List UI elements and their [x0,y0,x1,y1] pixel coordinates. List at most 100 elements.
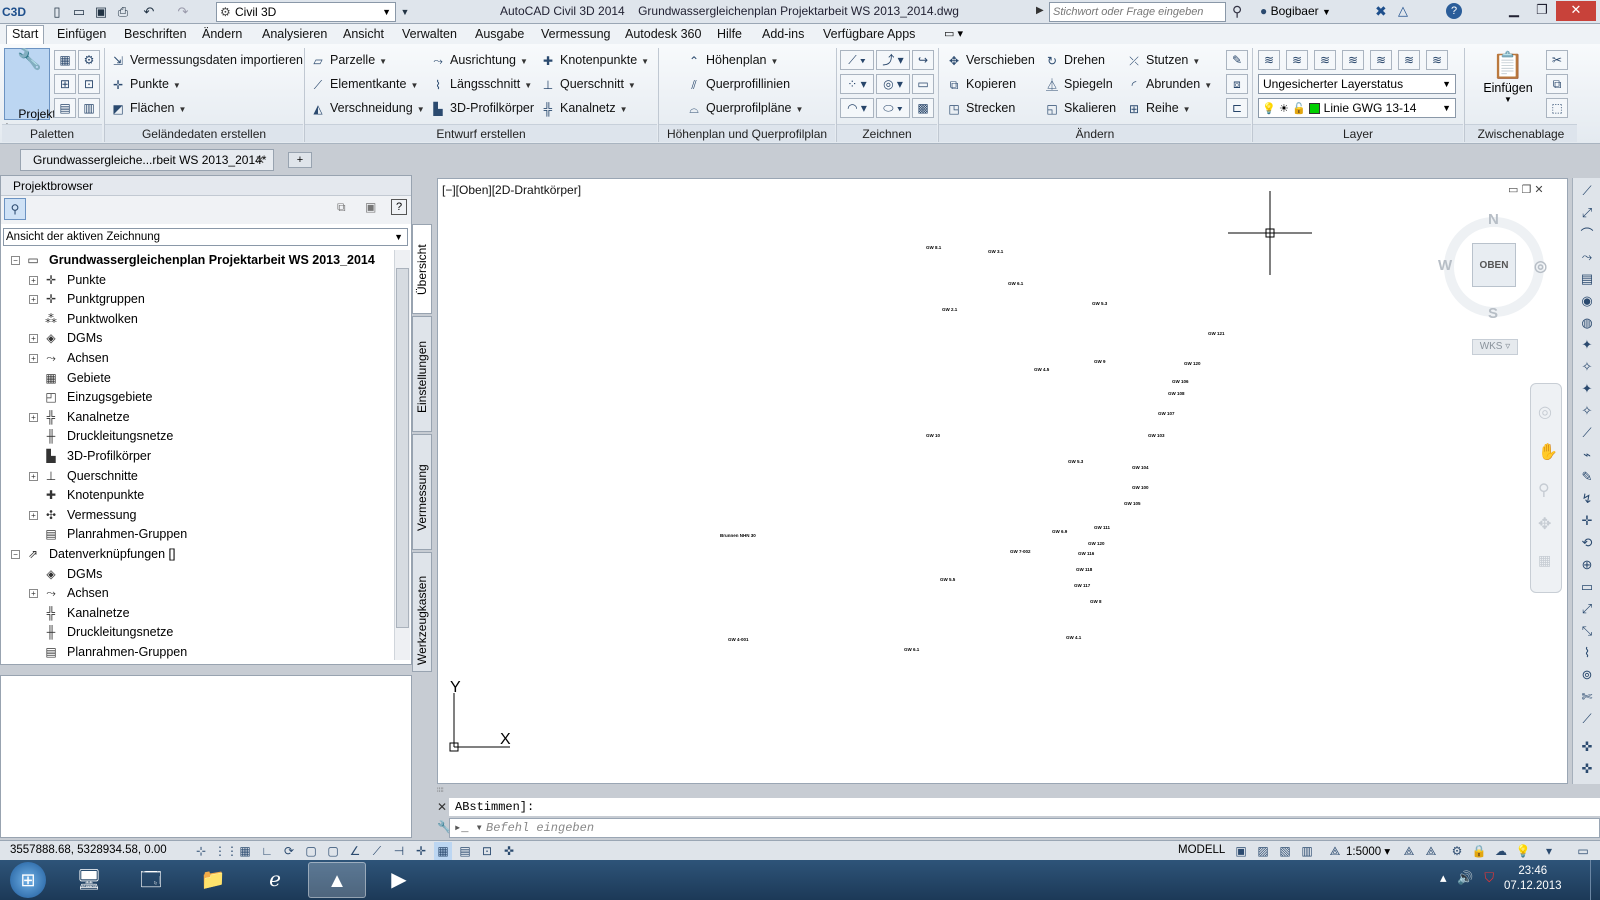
dyn-icon[interactable]: ⊣ [390,842,408,860]
circle-icon[interactable]: ◎ ▾ [876,74,910,94]
point-label[interactable]: GW 108 [1168,391,1185,396]
3dosnap-icon[interactable]: ▢ [324,842,342,860]
tree-item[interactable]: ╫ Druckleitungsnetze [1,622,393,642]
current-layer-select[interactable]: 💡 ☀ 🔓 Linie GWG 13-14 ▼ [1258,98,1456,118]
ribbon-toggle-icon[interactable]: ▭ ▾ [944,27,963,40]
point-label[interactable]: GW 3.1 [988,249,1003,254]
tree-item[interactable]: ✚ Knotenpunkte [1,485,393,505]
tool-icon-9[interactable]: ✧ [1577,358,1597,376]
panel-title-entwurf[interactable]: Entwurf erstellen [305,124,657,142]
tree-item[interactable]: ▙ 3D-Profilkörper [1,446,393,466]
tree-item[interactable]: ◈ DGMs [1,564,393,584]
expand-icon[interactable]: + [29,589,38,599]
model-space-toggle[interactable]: MODELL [1178,844,1225,856]
stretch-button[interactable]: ◳ Strecken [946,98,1015,118]
navcube-east-icon[interactable]: ◎ [1534,257,1547,275]
navcube-west[interactable]: W [1438,257,1452,274]
taskbar-network-icon[interactable]: 🖥 [60,862,118,898]
taskbar-civil3d-icon[interactable]: ▲ [308,862,366,898]
tab-ausgabe[interactable]: Ausgabe [470,26,529,42]
array-button[interactable]: ⊞ Reihe ▼ [1126,98,1191,118]
project-browser-button[interactable]: 🔧 Projekt- browser [4,48,60,135]
palette-icon-6[interactable]: ▥ [78,98,100,118]
save-icon[interactable]: ▣ [92,3,110,21]
point-label[interactable]: GW 2.1 [942,307,957,312]
annotation-scale[interactable]: 1:5000 ▾ [1346,844,1390,858]
tree-item[interactable]: ▤ Planrahmen-Gruppen [1,642,393,660]
start-button[interactable]: ⊞ [10,862,46,898]
point-label[interactable]: GW 4.5 [1034,367,1049,372]
copy-clip-icon[interactable]: ⧉ [1546,74,1568,94]
scrollbar-thumb[interactable] [396,268,409,628]
layer-icon-3[interactable]: ≋ [1314,50,1336,70]
import-survey-button[interactable]: ⇲ Vermessungsdaten importieren [110,50,303,70]
tree-item[interactable]: ◰ Einzugsgebiete [1,387,393,407]
document-tab[interactable]: Grundwassergleiche...rbeit WS 2013_2014*… [20,149,274,171]
panel-title-hoehenplan[interactable]: Höhenplan und Querprofilplan [659,124,835,142]
layer-icon-1[interactable]: ≋ [1258,50,1280,70]
new-icon[interactable]: ▯ [48,3,66,21]
profile-view-button[interactable]: ⌃ Höhenplan ▼ [686,50,778,70]
navcube-north[interactable]: N [1488,211,1499,228]
taskbar-explorer-icon[interactable]: 📁 [184,862,242,898]
copy-button[interactable]: ⧉ Kopieren [946,74,1016,94]
alignment-button[interactable]: ⤳ Ausrichtung ▼ [430,50,528,70]
profile-button[interactable]: ⌇ Längsschnitt ▼ [430,74,532,94]
user-account[interactable]: ● Bogibaer ▼ [1260,4,1331,18]
line-icon[interactable]: ⟋ ▾ [840,50,874,70]
search-expand-icon[interactable]: ▶ [1036,5,1044,16]
tool-icon-19[interactable]: ▭ [1577,578,1597,596]
point-label[interactable]: Brunnen NHN 30 [720,533,756,538]
fillet-button[interactable]: ◜ Abrunden ▼ [1126,74,1212,94]
tool-icon-13[interactable]: ⌁ [1577,446,1597,464]
command-input[interactable]: ▸_ ▾ Befehl eingeben [449,818,1600,838]
point-label[interactable]: GW 10 [926,433,940,438]
grading-button[interactable]: ◭ Verschneidung ▼ [310,98,424,118]
binoculars-icon[interactable]: ⚲ [1232,3,1242,20]
points-button[interactable]: ✛ Punkte ▼ [110,74,181,94]
palette-icon-5[interactable]: ▤ [54,98,76,118]
tree-item[interactable]: + ✣ Vermessung [1,505,393,525]
tab-addins[interactable]: Add-ins [757,26,809,42]
layer-icon-7[interactable]: ≋ [1426,50,1448,70]
paste-button[interactable]: 📋 Einfügen ▼ [1478,48,1538,120]
point-label[interactable]: GW 104 [1132,465,1149,470]
tab-autodesk360[interactable]: Autodesk 360 [620,26,706,42]
expand-icon[interactable]: + [29,471,38,481]
close-tab-icon[interactable]: ✕ [255,150,265,170]
tree-item[interactable]: + ✛ Punkte [1,270,393,290]
side-tab-uebersicht[interactable]: Übersicht [412,224,432,314]
clock[interactable]: 23:46 07.12.2013 [1504,864,1562,894]
tray-expand-icon[interactable]: ▴ [1440,870,1447,885]
cut-icon[interactable]: ✂ [1546,50,1568,70]
zoom-icon[interactable]: ⚲ [1538,480,1550,500]
tree-item[interactable]: + ◈ DGMs [1,328,393,348]
tool-icon-1[interactable]: ⟋ [1577,182,1597,200]
workspace-switch-icon[interactable]: ⚙ [1448,842,1466,860]
show-desktop-button[interactable] [1590,860,1600,900]
navcube-south[interactable]: S [1488,305,1498,322]
expand-icon[interactable]: + [29,412,38,422]
expand-icon[interactable]: + [29,295,38,305]
point-label[interactable]: GW 117 [1074,583,1090,588]
tree-item[interactable]: + ⤳ Achsen [1,348,393,368]
tree-item[interactable]: ╫ Druckleitungsnetze [1,426,393,446]
tab-apps[interactable]: Verfügbare Apps [818,26,920,42]
tool-icon-10[interactable]: ✦ [1577,380,1597,398]
tool-icon-2[interactable]: ⤢ [1577,204,1597,222]
search-input[interactable]: Stichwort oder Frage eingeben [1049,2,1226,22]
point-label[interactable]: GW 120 [1088,541,1105,546]
tool-icon-25[interactable]: ⟋ [1577,710,1597,728]
point-label[interactable]: GW 9 [1094,359,1106,364]
point-label[interactable]: GW 8 [1090,599,1102,604]
expand-icon[interactable]: + [29,510,38,520]
clean-screen-icon[interactable]: ▭ [1574,842,1592,860]
point-label[interactable]: GW 100 [1132,485,1149,490]
erase-icon[interactable]: ✎ [1226,50,1248,70]
intersections-button[interactable]: ✚ Knotenpunkte ▼ [540,50,649,70]
layer-icon-4[interactable]: ≋ [1342,50,1364,70]
tool-icon-3[interactable]: ⌒ [1577,226,1597,244]
tool-icon-27[interactable]: ✜ [1577,760,1597,778]
pipe-network-button[interactable]: ╬ Kanalnetz ▼ [540,98,628,118]
tool-icon-18[interactable]: ⊕ [1577,556,1597,574]
